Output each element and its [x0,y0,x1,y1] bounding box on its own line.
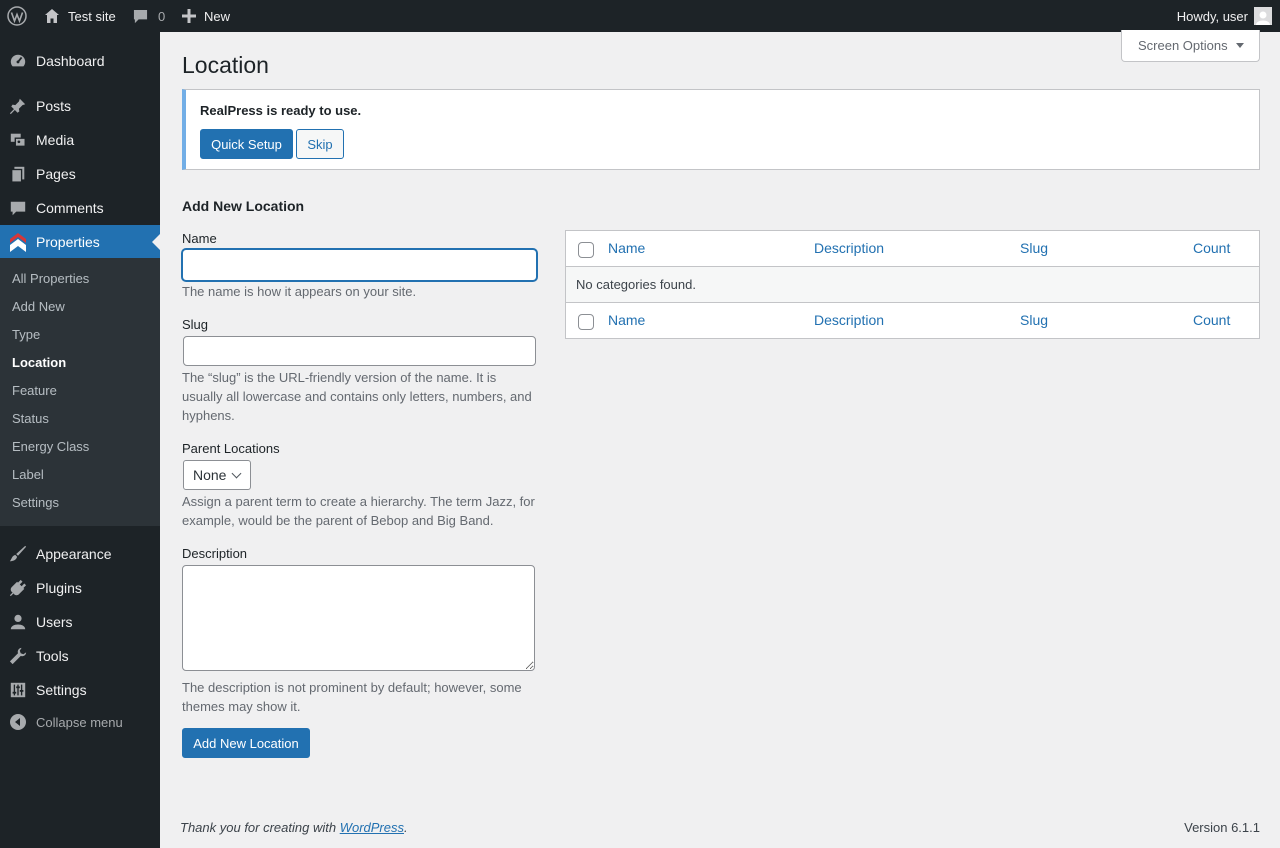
pages-icon [8,164,28,184]
avatar [1254,7,1272,25]
parent-help: Assign a parent term to create a hierarc… [182,494,535,528]
howdy-text: Howdy, user [1176,8,1248,24]
column-count-footer[interactable]: Count [1193,312,1230,328]
name-help: The name is how it appears on your site. [182,284,417,299]
properties-submenu: All Properties Add New Type Location Fea… [0,258,160,526]
wordpress-link[interactable]: WordPress [340,820,404,835]
notice-text: RealPress is ready to use. [200,103,362,118]
plus-icon [182,9,196,23]
wordpress-logo-icon[interactable] [7,0,27,32]
comments-link[interactable]: 0 [133,0,165,32]
submenu-energy-class[interactable]: Energy Class [12,437,89,457]
admin-menu: Dashboard Posts Media Pages Comments Pro… [0,32,160,848]
parent-select[interactable]: None [183,460,251,490]
admin-bar: Test site 0 New Howdy, user [0,0,1280,32]
home-icon [44,8,60,24]
screen-options-button[interactable]: Screen Options [1121,30,1260,62]
menu-pages[interactable]: Pages [0,157,160,191]
properties-icon [8,232,28,252]
submenu-all-properties[interactable]: All Properties [12,269,89,289]
comment-icon [8,198,28,218]
submenu-label[interactable]: Label [12,465,44,485]
plug-icon [8,578,28,598]
dashboard-icon [8,51,28,71]
menu-users[interactable]: Users [0,605,160,639]
collapse-label: Collapse menu [36,715,123,730]
comment-icon [133,9,148,24]
name-label: Name [182,231,217,246]
collapse-menu-button[interactable]: Collapse menu [0,704,160,740]
comments-count: 0 [158,8,166,24]
screen-options-label: Screen Options [1138,38,1228,53]
add-new-location-button[interactable]: Add New Location [182,728,310,758]
setup-notice: RealPress is ready to use. Quick Setup S… [182,89,1260,170]
column-slug-footer[interactable]: Slug [1020,312,1048,328]
menu-properties[interactable]: Properties [0,225,160,259]
description-textarea[interactable] [182,565,535,671]
main-content: Screen Options Location RealPress is rea… [160,30,1280,848]
column-count[interactable]: Count [1193,240,1230,256]
submenu-type[interactable]: Type [12,325,40,345]
skip-button[interactable]: Skip [296,129,344,159]
footer-version: Version 6.1.1 [1184,820,1260,835]
description-help: The description is not prominent by defa… [182,680,522,714]
column-description-footer[interactable]: Description [814,312,884,328]
submenu-feature[interactable]: Feature [12,381,57,401]
description-label: Description [182,546,248,561]
quick-setup-button[interactable]: Quick Setup [200,129,293,159]
slug-label: Slug [182,317,209,332]
no-items-text: No categories found. [576,277,696,292]
caret-down-icon [1235,43,1244,48]
chevron-down-icon [231,468,242,479]
form-title: Add New Location [182,198,305,214]
submenu-location[interactable]: Location [12,353,66,373]
new-content-link[interactable]: New [182,0,230,32]
terms-table: Name Description Slug Count No categorie… [565,230,1260,339]
wrench-icon [8,646,28,666]
table-row: No categories found. [566,267,1259,303]
menu-appearance[interactable]: Appearance [0,537,160,571]
submenu-settings[interactable]: Settings [12,493,59,513]
menu-plugins[interactable]: Plugins [0,571,160,605]
name-input[interactable] [182,249,537,281]
user-icon [8,612,28,632]
column-slug[interactable]: Slug [1020,240,1048,256]
column-description[interactable]: Description [814,240,884,256]
sliders-icon [8,680,28,700]
menu-settings[interactable]: Settings [0,673,160,707]
menu-dashboard[interactable]: Dashboard [0,44,160,78]
brush-icon [8,544,28,564]
pin-icon [8,96,28,116]
menu-tools[interactable]: Tools [0,639,160,673]
parent-select-value: None [193,467,227,483]
column-name-footer[interactable]: Name [608,312,645,328]
submenu-status[interactable]: Status [12,409,49,429]
menu-comments[interactable]: Comments [0,191,160,225]
column-name[interactable]: Name [608,240,645,256]
collapse-icon [10,714,26,733]
page-title: Location [182,52,269,78]
site-name: Test site [68,8,116,24]
new-label: New [204,8,231,24]
menu-media[interactable]: Media [0,123,160,157]
menu-posts[interactable]: Posts [0,89,160,123]
submenu-add-new[interactable]: Add New [12,297,65,317]
my-account-link[interactable]: Howdy, user [1177,0,1272,32]
table-header: Name Description Slug Count [566,231,1259,267]
media-icon [8,130,28,150]
parent-label: Parent Locations [182,441,280,456]
slug-help: The “slug” is the URL-friendly version o… [182,370,532,423]
select-all-checkbox-footer[interactable] [578,314,594,330]
table-footer: Name Description Slug Count [566,302,1259,338]
footer-thanks: Thank you for creating with WordPress. [180,820,408,835]
select-all-checkbox[interactable] [578,242,594,258]
slug-input[interactable] [183,336,536,366]
site-name-link[interactable]: Test site [44,0,116,32]
